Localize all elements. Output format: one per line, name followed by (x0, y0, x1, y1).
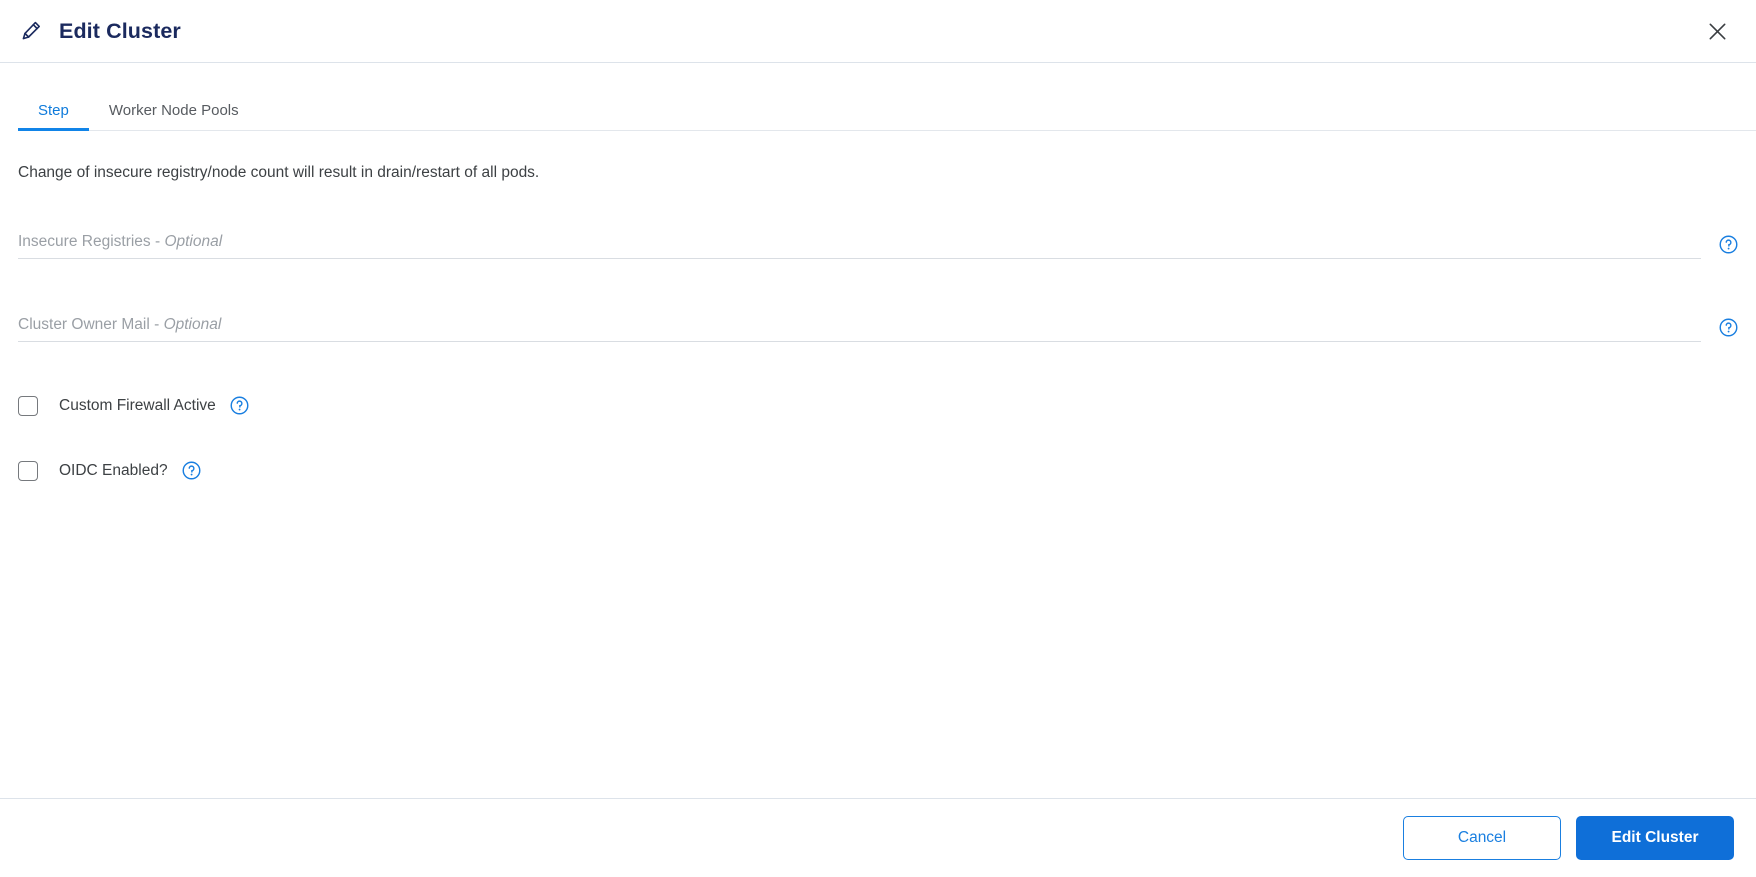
cluster-owner-mail-input[interactable] (18, 313, 1701, 342)
field-row: Insecure Registries - Optional (18, 230, 1738, 259)
page-title: Edit Cluster (59, 18, 181, 43)
checkbox-row-oidc-enabled: OIDC Enabled? (18, 460, 1738, 481)
help-circle-icon[interactable] (182, 461, 201, 480)
dialog-footer: Cancel Edit Cluster (0, 798, 1756, 877)
cluster-owner-mail-input-wrap: Cluster Owner Mail - Optional (18, 313, 1701, 342)
dialog-header-left: Edit Cluster (18, 18, 181, 44)
tab-bar: Step Worker Node Pools (0, 85, 1756, 131)
help-circle-icon[interactable] (1719, 318, 1738, 337)
cancel-button[interactable]: Cancel (1403, 816, 1561, 860)
insecure-registries-input-wrap: Insecure Registries - Optional (18, 230, 1701, 259)
field-insecure-registries: Insecure Registries - Optional (18, 230, 1738, 259)
pencil-icon (22, 21, 40, 40)
help-circle-icon[interactable] (1719, 235, 1738, 254)
description-text: Change of insecure registry/node count w… (18, 164, 540, 181)
custom-firewall-active-checkbox[interactable] (18, 395, 38, 416)
close-dialog-button[interactable] (1700, 14, 1734, 48)
edit-cluster-dialog: Edit Cluster Step Worker Node Pools Chan… (0, 0, 1756, 877)
oidc-enabled-label[interactable]: OIDC Enabled? (59, 462, 168, 480)
dialog-header: Edit Cluster (0, 0, 1756, 63)
tab-worker-node-pools[interactable]: Worker Node Pools (89, 102, 259, 131)
insecure-registries-input[interactable] (18, 230, 1701, 259)
field-row: Cluster Owner Mail - Optional (18, 313, 1738, 342)
field-cluster-owner-mail: Cluster Owner Mail - Optional (18, 313, 1738, 342)
tab-step[interactable]: Step (18, 102, 89, 131)
custom-firewall-active-label[interactable]: Custom Firewall Active (59, 397, 216, 415)
dialog-body: Change of insecure registry/node count w… (0, 131, 1756, 798)
help-circle-icon[interactable] (230, 396, 249, 415)
oidc-enabled-checkbox[interactable] (18, 460, 38, 481)
edit-cluster-submit-button[interactable]: Edit Cluster (1576, 816, 1734, 860)
checkbox-row-custom-firewall: Custom Firewall Active (18, 395, 1738, 416)
close-icon (1708, 22, 1726, 40)
